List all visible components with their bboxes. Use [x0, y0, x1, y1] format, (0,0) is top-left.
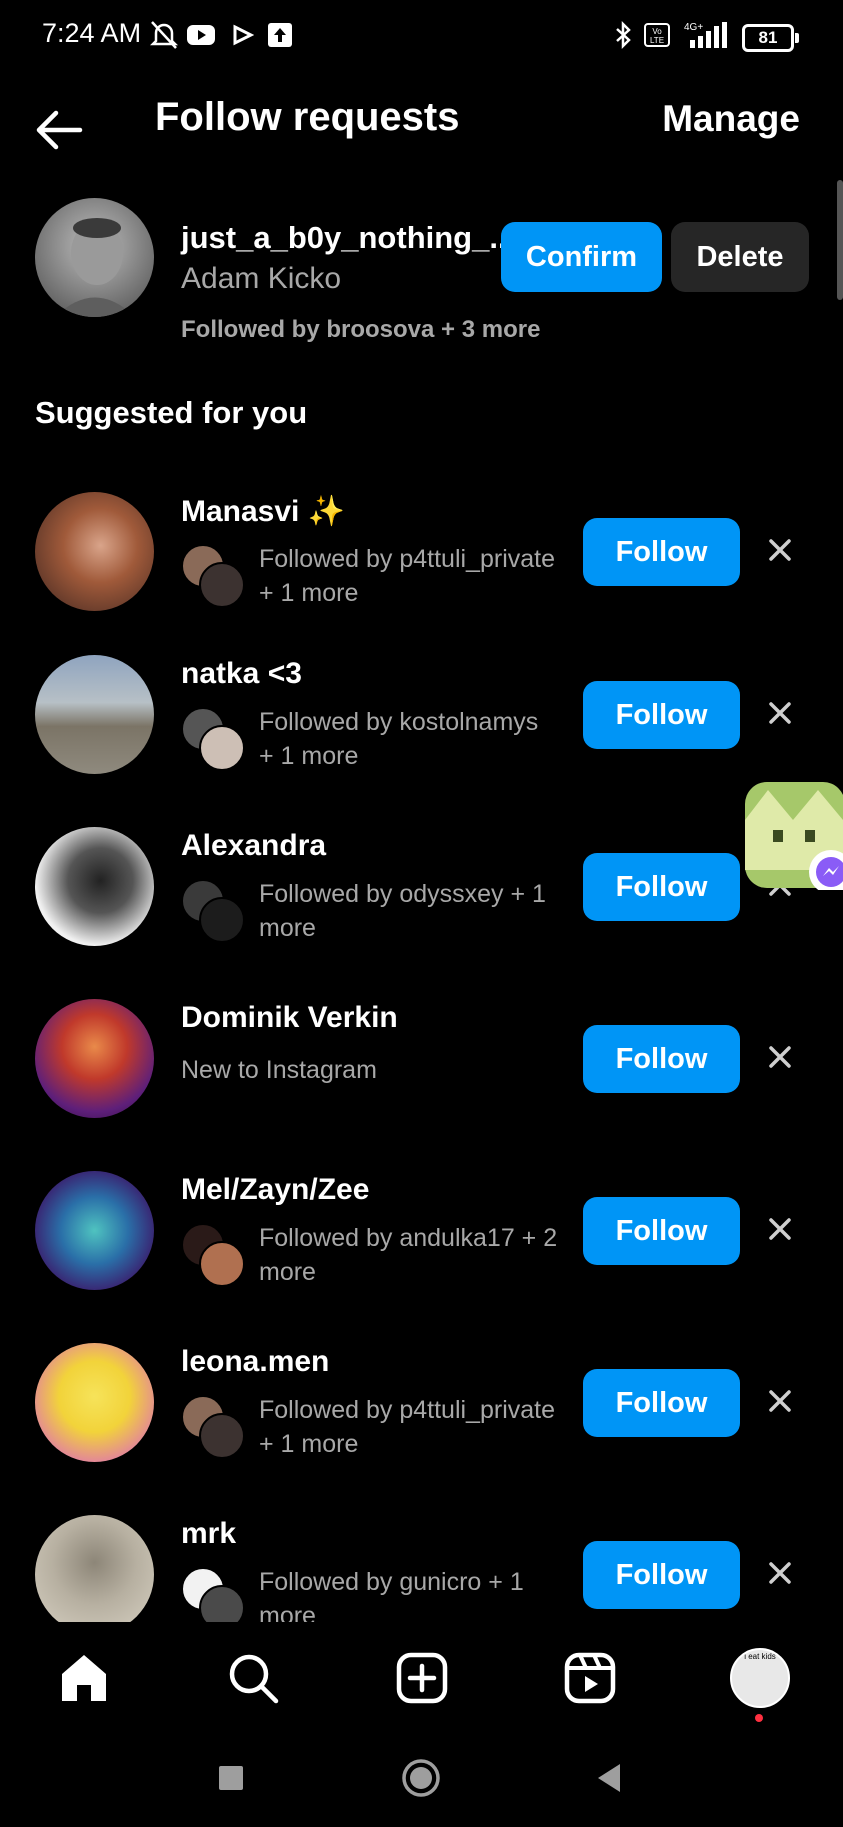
suggestion-avatar[interactable] [35, 1171, 154, 1290]
svg-text:LTE: LTE [650, 36, 664, 45]
search-icon[interactable] [225, 1650, 281, 1706]
suggestion-avatar[interactable] [35, 1515, 154, 1634]
suggestion-name[interactable]: leona.men [181, 1345, 329, 1379]
list-item: Alexandra Followed by odyssxey + 1 more … [0, 827, 843, 987]
recents-icon[interactable] [217, 1764, 245, 1792]
home-circle-icon[interactable] [401, 1758, 441, 1798]
profile-avatar[interactable]: i eat kids [730, 1648, 790, 1708]
follow-button[interactable]: Follow [583, 681, 740, 749]
status-bar: 7:24 AM Vo LTE 4G+ 81 [0, 0, 843, 76]
back-triangle-icon[interactable] [594, 1762, 624, 1794]
reels-icon[interactable] [562, 1650, 618, 1706]
suggestion-meta: New to Instagram [181, 1056, 377, 1084]
page-title: Follow requests [155, 95, 460, 139]
back-arrow-icon[interactable] [30, 100, 90, 160]
home-icon[interactable] [56, 1650, 112, 1706]
status-time: 7:24 AM [42, 18, 142, 48]
bottom-nav: i eat kids [0, 1622, 843, 1732]
follow-button[interactable]: Follow [583, 1541, 740, 1609]
suggestion-name[interactable]: natka <3 [181, 657, 302, 691]
mutual-avatars [181, 707, 245, 771]
suggestion-avatar[interactable] [35, 492, 154, 611]
suggestion-meta: Followed by odyssxey + 1 more [259, 880, 546, 942]
request-followed-by: Followed by broosova + 3 more [181, 316, 541, 343]
suggestion-avatar[interactable] [35, 999, 154, 1118]
suggestion-name[interactable]: Manasvi ✨ [181, 494, 345, 529]
suggestion-name[interactable]: Alexandra [181, 829, 326, 863]
mutual-avatars [181, 1395, 245, 1459]
close-icon[interactable] [762, 532, 798, 568]
play-store-icon [233, 24, 254, 46]
list-item: natka <3 Followed by kostolnamys + 1 mor… [0, 655, 843, 815]
floating-chat-bubble[interactable] [743, 780, 843, 894]
suggestion-name[interactable]: Mel/Zayn/Zee [181, 1173, 369, 1207]
list-item: leona.men Followed by p4ttuli_private + … [0, 1343, 843, 1503]
manage-button[interactable]: Manage [662, 98, 800, 140]
list-item: Manasvi ✨ Followed by p4ttuli_private + … [0, 492, 843, 652]
mutual-avatars [181, 544, 245, 608]
confirm-button[interactable]: Confirm [501, 222, 662, 292]
upload-icon [268, 23, 292, 47]
mutual-avatars [181, 879, 245, 943]
list-item: Mel/Zayn/Zee Followed by andulka17 + 2 m… [0, 1171, 843, 1331]
profile-avatar-text: i eat kids [744, 1652, 776, 1661]
follow-button[interactable]: Follow [583, 853, 740, 921]
notification-dot [755, 1714, 763, 1722]
follow-button[interactable]: Follow [583, 1025, 740, 1093]
follow-button[interactable]: Follow [583, 1197, 740, 1265]
delete-button[interactable]: Delete [671, 222, 809, 292]
close-icon[interactable] [762, 1211, 798, 1247]
close-icon[interactable] [762, 1555, 798, 1591]
suggestion-name[interactable]: mrk [181, 1517, 236, 1551]
suggestion-avatar[interactable] [35, 655, 154, 774]
request-username[interactable]: just_a_b0y_nothing_... [181, 220, 515, 256]
scrollbar[interactable] [837, 180, 843, 300]
create-icon[interactable] [394, 1650, 450, 1706]
close-icon[interactable] [762, 1039, 798, 1075]
close-icon[interactable] [762, 695, 798, 731]
suggestion-avatar[interactable] [35, 827, 154, 946]
mutual-avatars [181, 1567, 245, 1631]
suggestion-meta: Followed by andulka17 + 2 more [259, 1224, 558, 1286]
volte-icon: Vo LTE [644, 23, 670, 47]
suggestion-meta: Followed by kostolnamys + 1 more [259, 708, 539, 770]
suggested-title: Suggested for you [35, 395, 308, 430]
request-avatar[interactable] [35, 198, 154, 317]
bluetooth-icon [616, 20, 631, 50]
system-nav-bar [0, 1740, 843, 1827]
list-item: Dominik Verkin New to Instagram Follow [0, 999, 843, 1159]
mutual-avatars [181, 1223, 245, 1287]
follow-button[interactable]: Follow [583, 1369, 740, 1437]
network-type: 4G+ [684, 22, 703, 33]
suggestion-avatar[interactable] [35, 1343, 154, 1462]
suggestion-name[interactable]: Dominik Verkin [181, 1001, 398, 1035]
youtube-icon [187, 25, 215, 45]
mute-icon [150, 21, 178, 49]
header: Follow requests Manage [0, 80, 843, 180]
svg-text:Vo: Vo [652, 27, 662, 36]
close-icon[interactable] [762, 1383, 798, 1419]
request-full-name: Adam Kicko [181, 262, 342, 295]
suggestion-meta: Followed by p4ttuli_private + 1 more [259, 1396, 555, 1458]
signal-icon: 4G+ [684, 22, 727, 48]
suggestion-meta: Followed by p4ttuli_private + 1 more [259, 545, 555, 607]
battery-indicator: 81 [742, 24, 799, 52]
follow-button[interactable]: Follow [583, 518, 740, 586]
